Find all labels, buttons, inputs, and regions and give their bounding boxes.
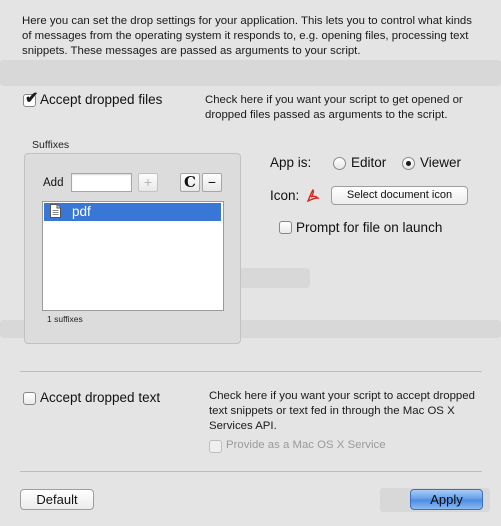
- clear-suffixes-button[interactable]: C: [180, 173, 200, 192]
- accept-dropped-text-label: Accept dropped text: [40, 390, 161, 405]
- drop-settings-sheet: Here you can set the drop settings for y…: [0, 0, 501, 526]
- viewer-radio-label: Viewer: [420, 155, 462, 170]
- provide-service-label: Provide as a Mac OS X Service: [226, 439, 386, 451]
- suffix-input[interactable]: [71, 173, 132, 192]
- accept-dropped-files-checkbox[interactable]: ✔: [23, 90, 38, 107]
- list-item[interactable]: [44, 203, 221, 221]
- remove-suffix-button[interactable]: −: [202, 173, 222, 192]
- suffix-count: 1 suffixes: [47, 314, 83, 324]
- apply-button[interactable]: Apply: [410, 489, 483, 510]
- prompt-for-file-label: Prompt for file on launch: [296, 220, 443, 235]
- radio-selected-dot: [406, 161, 411, 166]
- pdf-icon: [306, 189, 320, 202]
- intro-text: Here you can set the drop settings for y…: [22, 15, 472, 57]
- separator: [20, 371, 482, 372]
- add-label: Add: [43, 177, 64, 189]
- accept-dropped-text-checkbox[interactable]: [23, 392, 36, 405]
- separator: [20, 471, 482, 472]
- editor-radio-label: Editor: [351, 155, 387, 170]
- icon-label: Icon:: [270, 188, 300, 203]
- app-is-label: App is:: [270, 155, 312, 170]
- accept-files-description: Check here if you want your script to ge…: [205, 94, 463, 121]
- editor-radio[interactable]: [333, 157, 346, 170]
- viewer-radio[interactable]: [402, 157, 415, 170]
- suffix-item-label: pdf: [72, 204, 91, 219]
- accept-text-description: Check here if you want your script to ac…: [209, 390, 475, 432]
- document-icon: [50, 204, 61, 218]
- accept-dropped-files-label: Accept dropped files: [40, 92, 163, 107]
- checkmark-icon: ✔: [25, 90, 39, 107]
- suffixes-title: Suffixes: [32, 139, 70, 151]
- provide-service-checkbox[interactable]: [209, 440, 222, 453]
- default-button[interactable]: Default: [20, 489, 94, 510]
- prompt-for-file-checkbox[interactable]: [279, 221, 292, 234]
- select-document-icon-button[interactable]: Select document icon: [331, 186, 468, 205]
- add-suffix-button[interactable]: +: [138, 173, 158, 192]
